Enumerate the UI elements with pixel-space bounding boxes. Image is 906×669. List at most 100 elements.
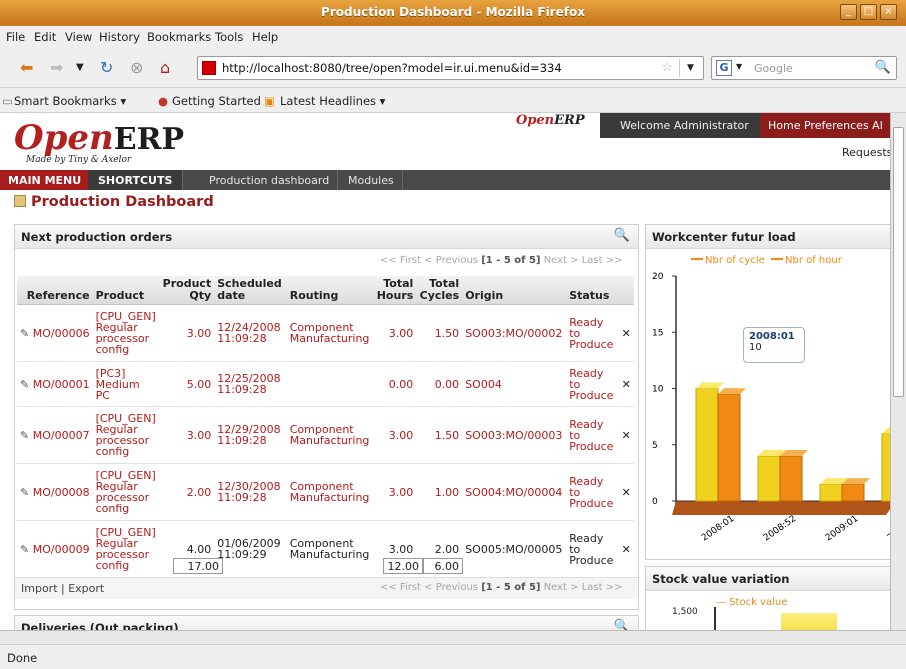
table-row[interactable]: ✎ MO/00009 [CPU_GEN] Regular processor co… [17,520,634,578]
routing-cell [286,361,374,407]
delete-icon[interactable]: ✕ [618,520,634,578]
col-status[interactable]: Status [566,276,619,305]
pager-next[interactable]: Next > [544,255,579,266]
stock-bar [781,613,837,630]
table-row[interactable]: ✎ MO/00007 [CPU_GEN] Regular processor co… [17,406,634,464]
delete-icon[interactable]: ✕ [618,361,634,407]
url-dropdown-icon[interactable]: ▼ [679,59,701,77]
delete-icon[interactable]: ✕ [618,406,634,464]
col-reference[interactable]: Reference [17,276,93,305]
reload-icon[interactable]: ↻ [100,58,113,77]
pager-next-bottom[interactable]: Next > [544,582,579,593]
ref-cell[interactable]: ✎ MO/00008 [17,463,93,521]
stock-axis [714,607,716,630]
col-product-qty[interactable]: Product Qty [159,276,215,305]
pager-first-bottom[interactable]: << First [380,582,421,593]
tab-modules[interactable]: Modules [340,170,403,190]
search-bar[interactable]: G ▼ Google 🔍 [711,56,897,80]
import-export-link[interactable]: Import | Export [21,582,104,595]
stock-panel: Stock value variation — Stock value 1,50… [645,566,890,630]
bookmark-smart[interactable]: Smart Bookmarks ▾ [14,94,126,108]
col-origin[interactable]: Origin [462,276,567,305]
menu-bar: File Edit View History Bookmarks Tools H… [0,26,906,48]
bookmark-getting-started[interactable]: Getting Started [172,94,261,108]
menu-file[interactable]: File [6,30,25,44]
home-icon[interactable]: ⌂ [160,58,170,77]
edit-icon[interactable]: ✎ [20,543,33,556]
menu-bookmarks[interactable]: Bookmarks [147,30,211,44]
menu-edit[interactable]: Edit [34,30,56,44]
table-row[interactable]: ✎ MO/00001 [PC3] Medium PC 5.00 12/25/2008 … [17,361,634,407]
forward-icon[interactable]: ➡ [50,58,63,77]
table-row[interactable]: ✎ MO/00008 [CPU_GEN] Regular processor co… [17,463,634,521]
stop-icon[interactable]: ⊗ [130,58,143,77]
ref-cell[interactable]: ✎ MO/00009 [17,520,93,578]
shortcuts-button[interactable]: SHORTCUTS [88,170,184,190]
table-row[interactable]: ✎ MO/00006 [CPU_GEN] Regular processor co… [17,304,634,362]
col-product[interactable]: Product [92,276,160,305]
cycles-cell: 0.00 [416,361,463,407]
edit-icon[interactable]: ✎ [20,429,33,442]
product-cell: [CPU_GEN] Regular processor config [92,406,160,464]
search-icon[interactable]: 🔍 [875,60,891,75]
header-links[interactable]: Home Preferences Al [760,113,890,138]
pager-last-bottom[interactable]: Last >> [582,582,623,593]
search-icon[interactable]: 🔍 [614,619,630,630]
workcenter-panel: Workcenter futur load Nbr of cycle Nbr of… [645,224,890,560]
delete-icon[interactable]: ✕ [618,304,634,362]
url-bar[interactable]: http://localhost:8080/tree/open?model=ir… [197,56,704,80]
tab-production-dashboard[interactable]: Production dashboard [201,170,339,190]
col-routing[interactable]: Routing [286,276,374,305]
reference-text[interactable]: MO/00008 [33,486,90,499]
delete-icon[interactable]: ✕ [618,463,634,521]
reference-text[interactable]: MO/00009 [33,543,90,556]
page-title-text: Production Dashboard [31,194,214,210]
ref-cell[interactable]: ✎ MO/00006 [17,304,93,362]
pager-previous-bottom[interactable]: < Previous [424,582,478,593]
pager-range: [1 - 5 of 5] [481,255,541,266]
chart-tooltip: 2008:01 10 [743,327,805,363]
requests-link[interactable]: Requests [842,146,890,159]
menu-view[interactable]: View [65,30,92,44]
navigation-toolbar: ⬅ ➡ ▼ ↻ ⊗ ⌂ http://localhost:8080/tree/o… [0,48,906,88]
bookmark-latest-headlines[interactable]: Latest Headlines ▾ [280,94,385,108]
origin-cell: SO004:MO/00004 [462,463,567,521]
main-navigation: MAIN MENU SHORTCUTS Production dashboard… [0,170,890,190]
history-dropdown-icon[interactable]: ▼ [76,62,84,73]
status-cell: Ready to Produce [566,520,619,578]
pager-first[interactable]: << First [380,255,421,266]
bar-cycle-top [882,427,890,434]
reference-text[interactable]: MO/00007 [33,429,90,442]
pager-last[interactable]: Last >> [582,255,623,266]
horizontal-scrollbar[interactable] [0,630,906,644]
edit-icon[interactable]: ✎ [20,486,33,499]
maximize-button[interactable]: □ [860,4,877,20]
pager-previous[interactable]: < Previous [424,255,478,266]
back-icon[interactable]: ⬅ [20,58,33,77]
reference-text[interactable]: MO/00006 [33,327,90,340]
scroll-thumb[interactable] [893,127,904,397]
edit-icon[interactable]: ✎ [20,327,33,340]
bar-hour [841,483,865,502]
close-window-button[interactable]: × [880,4,897,20]
openerp-logo[interactable]: OpenERP Made by Tiny & Axelor [14,118,184,165]
reference-text[interactable]: MO/00001 [33,378,90,391]
menu-history[interactable]: History [99,30,140,44]
search-icon[interactable]: 🔍 [614,228,630,243]
col-total-hours[interactable]: Total Hours [373,276,417,305]
routing-cell: Component Manufacturing [286,520,374,578]
menu-tools[interactable]: Tools [215,30,243,44]
bookmark-star-icon[interactable]: ☆ [661,60,673,75]
ref-cell[interactable]: ✎ MO/00007 [17,406,93,464]
edit-icon[interactable]: ✎ [20,378,33,391]
col-scheduled-date[interactable]: Scheduled date [214,276,287,305]
engine-dropdown-icon[interactable]: ▼ [736,62,742,71]
vertical-scrollbar[interactable] [890,113,906,630]
minimize-button[interactable]: _ [840,4,857,20]
google-engine-icon[interactable]: G [716,60,732,76]
col-total-cycles[interactable]: Total Cycles [416,276,463,305]
main-menu-button[interactable]: MAIN MENU [0,170,90,190]
menu-help[interactable]: Help [252,30,278,44]
ref-cell[interactable]: ✎ MO/00001 [17,361,93,407]
qty-cell: 2.00 [159,463,215,521]
